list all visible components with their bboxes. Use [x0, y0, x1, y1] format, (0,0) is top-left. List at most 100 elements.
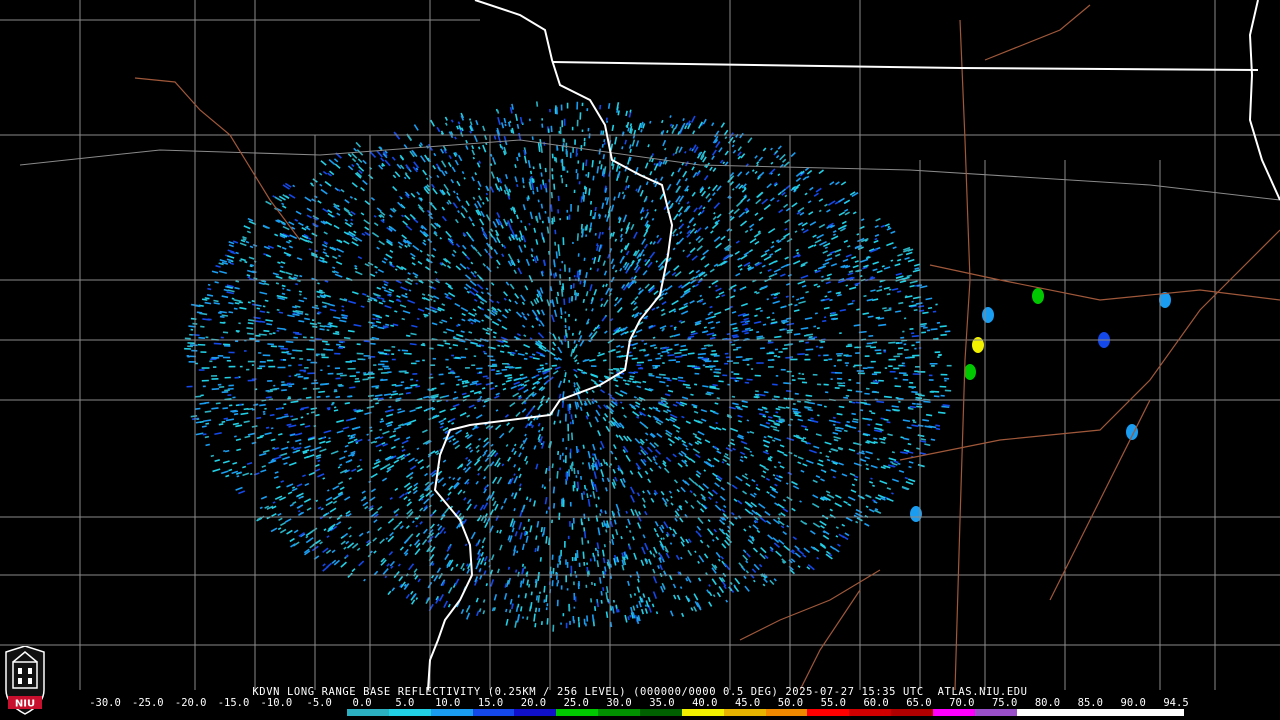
echo-speck — [482, 350, 486, 353]
echo-speck — [848, 379, 852, 381]
echo-speck — [897, 353, 903, 355]
echo-speck — [577, 616, 580, 622]
echo-speck — [864, 355, 870, 357]
echo-speck — [900, 336, 905, 339]
echo-speck — [575, 148, 578, 157]
echo-speck — [186, 355, 190, 357]
echo-speck — [567, 433, 570, 441]
echo-speck — [940, 394, 945, 397]
echo-speck — [578, 562, 581, 567]
echo-speck — [582, 462, 584, 465]
echo-speck — [815, 345, 819, 348]
echo-speck — [411, 362, 417, 365]
echo-speck — [825, 391, 829, 394]
echo-speck — [888, 358, 896, 361]
echo-speck — [565, 413, 567, 422]
echo-speck — [228, 351, 235, 354]
echo-speck — [756, 362, 764, 364]
echo-speck — [662, 362, 665, 364]
echo-speck — [258, 352, 262, 354]
echo-speck — [232, 396, 236, 399]
echo-speck — [235, 340, 239, 343]
echo-speck — [638, 367, 644, 370]
echo-speck — [830, 378, 833, 381]
echo-speck — [844, 362, 849, 364]
echo-speck — [363, 354, 370, 357]
echo-speck — [562, 499, 565, 508]
echo-speck — [778, 351, 783, 353]
echo-speck — [288, 385, 293, 388]
echo-speck — [574, 596, 577, 602]
echo-speck — [870, 360, 876, 363]
echo-speck — [836, 352, 843, 355]
echo-speck — [576, 101, 579, 110]
echo-speck — [363, 372, 367, 374]
echo-speck — [904, 348, 909, 351]
echo-speck — [387, 371, 392, 374]
echo-speck — [391, 353, 395, 355]
echo-speck — [268, 365, 276, 368]
echo-speck — [801, 373, 805, 375]
echo-speck — [572, 616, 575, 622]
echo-speck — [546, 603, 549, 607]
echo-speck — [786, 370, 792, 373]
echo-speck — [569, 448, 572, 453]
echo-speck — [336, 373, 341, 375]
echo-speck — [895, 397, 899, 399]
echo-speck — [560, 585, 563, 590]
echo-speck — [564, 318, 567, 323]
echo-speck — [448, 368, 452, 370]
echo-speck — [903, 343, 907, 346]
echo-speck — [872, 380, 876, 383]
echo-speck — [564, 324, 567, 328]
echo-speck — [767, 366, 774, 368]
echo-speck — [565, 447, 568, 450]
echo-speck — [198, 369, 205, 371]
echo-speck — [875, 381, 879, 383]
echo-speck — [238, 322, 241, 325]
echo-speck — [306, 359, 311, 361]
echo-speck — [702, 364, 706, 367]
echo-speck — [943, 377, 949, 380]
echo-speck — [277, 366, 286, 369]
echo-speck — [903, 365, 906, 367]
echo-speck — [334, 389, 337, 392]
echo-speck — [335, 377, 341, 380]
echo-speck — [774, 348, 779, 351]
echo-speck — [575, 169, 578, 174]
echo-speck — [911, 387, 914, 389]
echo-speck — [448, 346, 452, 349]
echo-speck — [200, 351, 207, 353]
echo-speck — [563, 118, 566, 126]
echo-speck — [562, 237, 565, 246]
echo-speck — [205, 336, 209, 339]
echo-speck — [565, 184, 568, 188]
echo-speck — [929, 391, 934, 393]
echo-speck — [560, 104, 563, 111]
echo-speck — [895, 342, 900, 344]
echo-speck — [320, 369, 323, 372]
echo-speck — [561, 178, 564, 184]
echo-speck — [590, 365, 597, 367]
echo-speck — [569, 452, 572, 459]
echo-speck — [660, 354, 663, 357]
echo-speck — [556, 145, 559, 151]
echo-speck — [714, 368, 722, 371]
echo-speck — [571, 296, 573, 302]
echo-speck — [298, 364, 303, 366]
echo-speck — [780, 368, 786, 371]
echo-speck — [259, 365, 266, 368]
echo-speck — [560, 175, 563, 178]
echo-speck — [473, 355, 477, 358]
echo-speck — [735, 356, 743, 359]
echo-speck — [223, 321, 226, 324]
echo-speck — [928, 374, 933, 377]
echo-speck — [228, 365, 236, 368]
echo-speck — [724, 362, 729, 365]
echo-speck — [190, 328, 194, 331]
echo-speck — [559, 268, 562, 272]
echo-speck — [354, 377, 360, 380]
echo-speck — [572, 147, 575, 153]
echo-speck — [574, 139, 576, 145]
echo-speck — [276, 329, 280, 332]
